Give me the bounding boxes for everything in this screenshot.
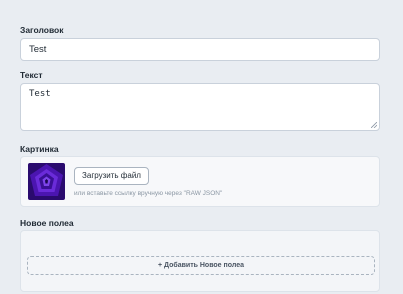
image-hint: или вставьте ссылку вручную через "RAW J… — [74, 190, 223, 197]
title-input[interactable]: Test — [20, 38, 380, 61]
form-panel: Заголовок Test Текст Test Картинка Загру… — [12, 16, 390, 294]
resize-grip-icon[interactable] — [371, 122, 377, 128]
add-new-field-button[interactable]: + Добавить Новое полеа — [27, 256, 375, 275]
text-label: Текст — [20, 70, 43, 80]
new-field-label: Новое полеа — [20, 218, 74, 228]
text-textarea-value: Test — [29, 89, 51, 99]
image-label: Картинка — [20, 144, 59, 154]
upload-file-button[interactable]: Загрузить файл — [74, 167, 149, 185]
text-textarea[interactable]: Test — [20, 83, 380, 131]
purple-spiral-image-icon — [28, 163, 65, 200]
title-label: Заголовок — [20, 25, 64, 35]
image-upload-box: Загрузить файл или вставьте ссылку вручн… — [20, 156, 380, 207]
image-thumbnail — [28, 163, 65, 200]
new-field-box: + Добавить Новое полеа — [20, 230, 380, 292]
